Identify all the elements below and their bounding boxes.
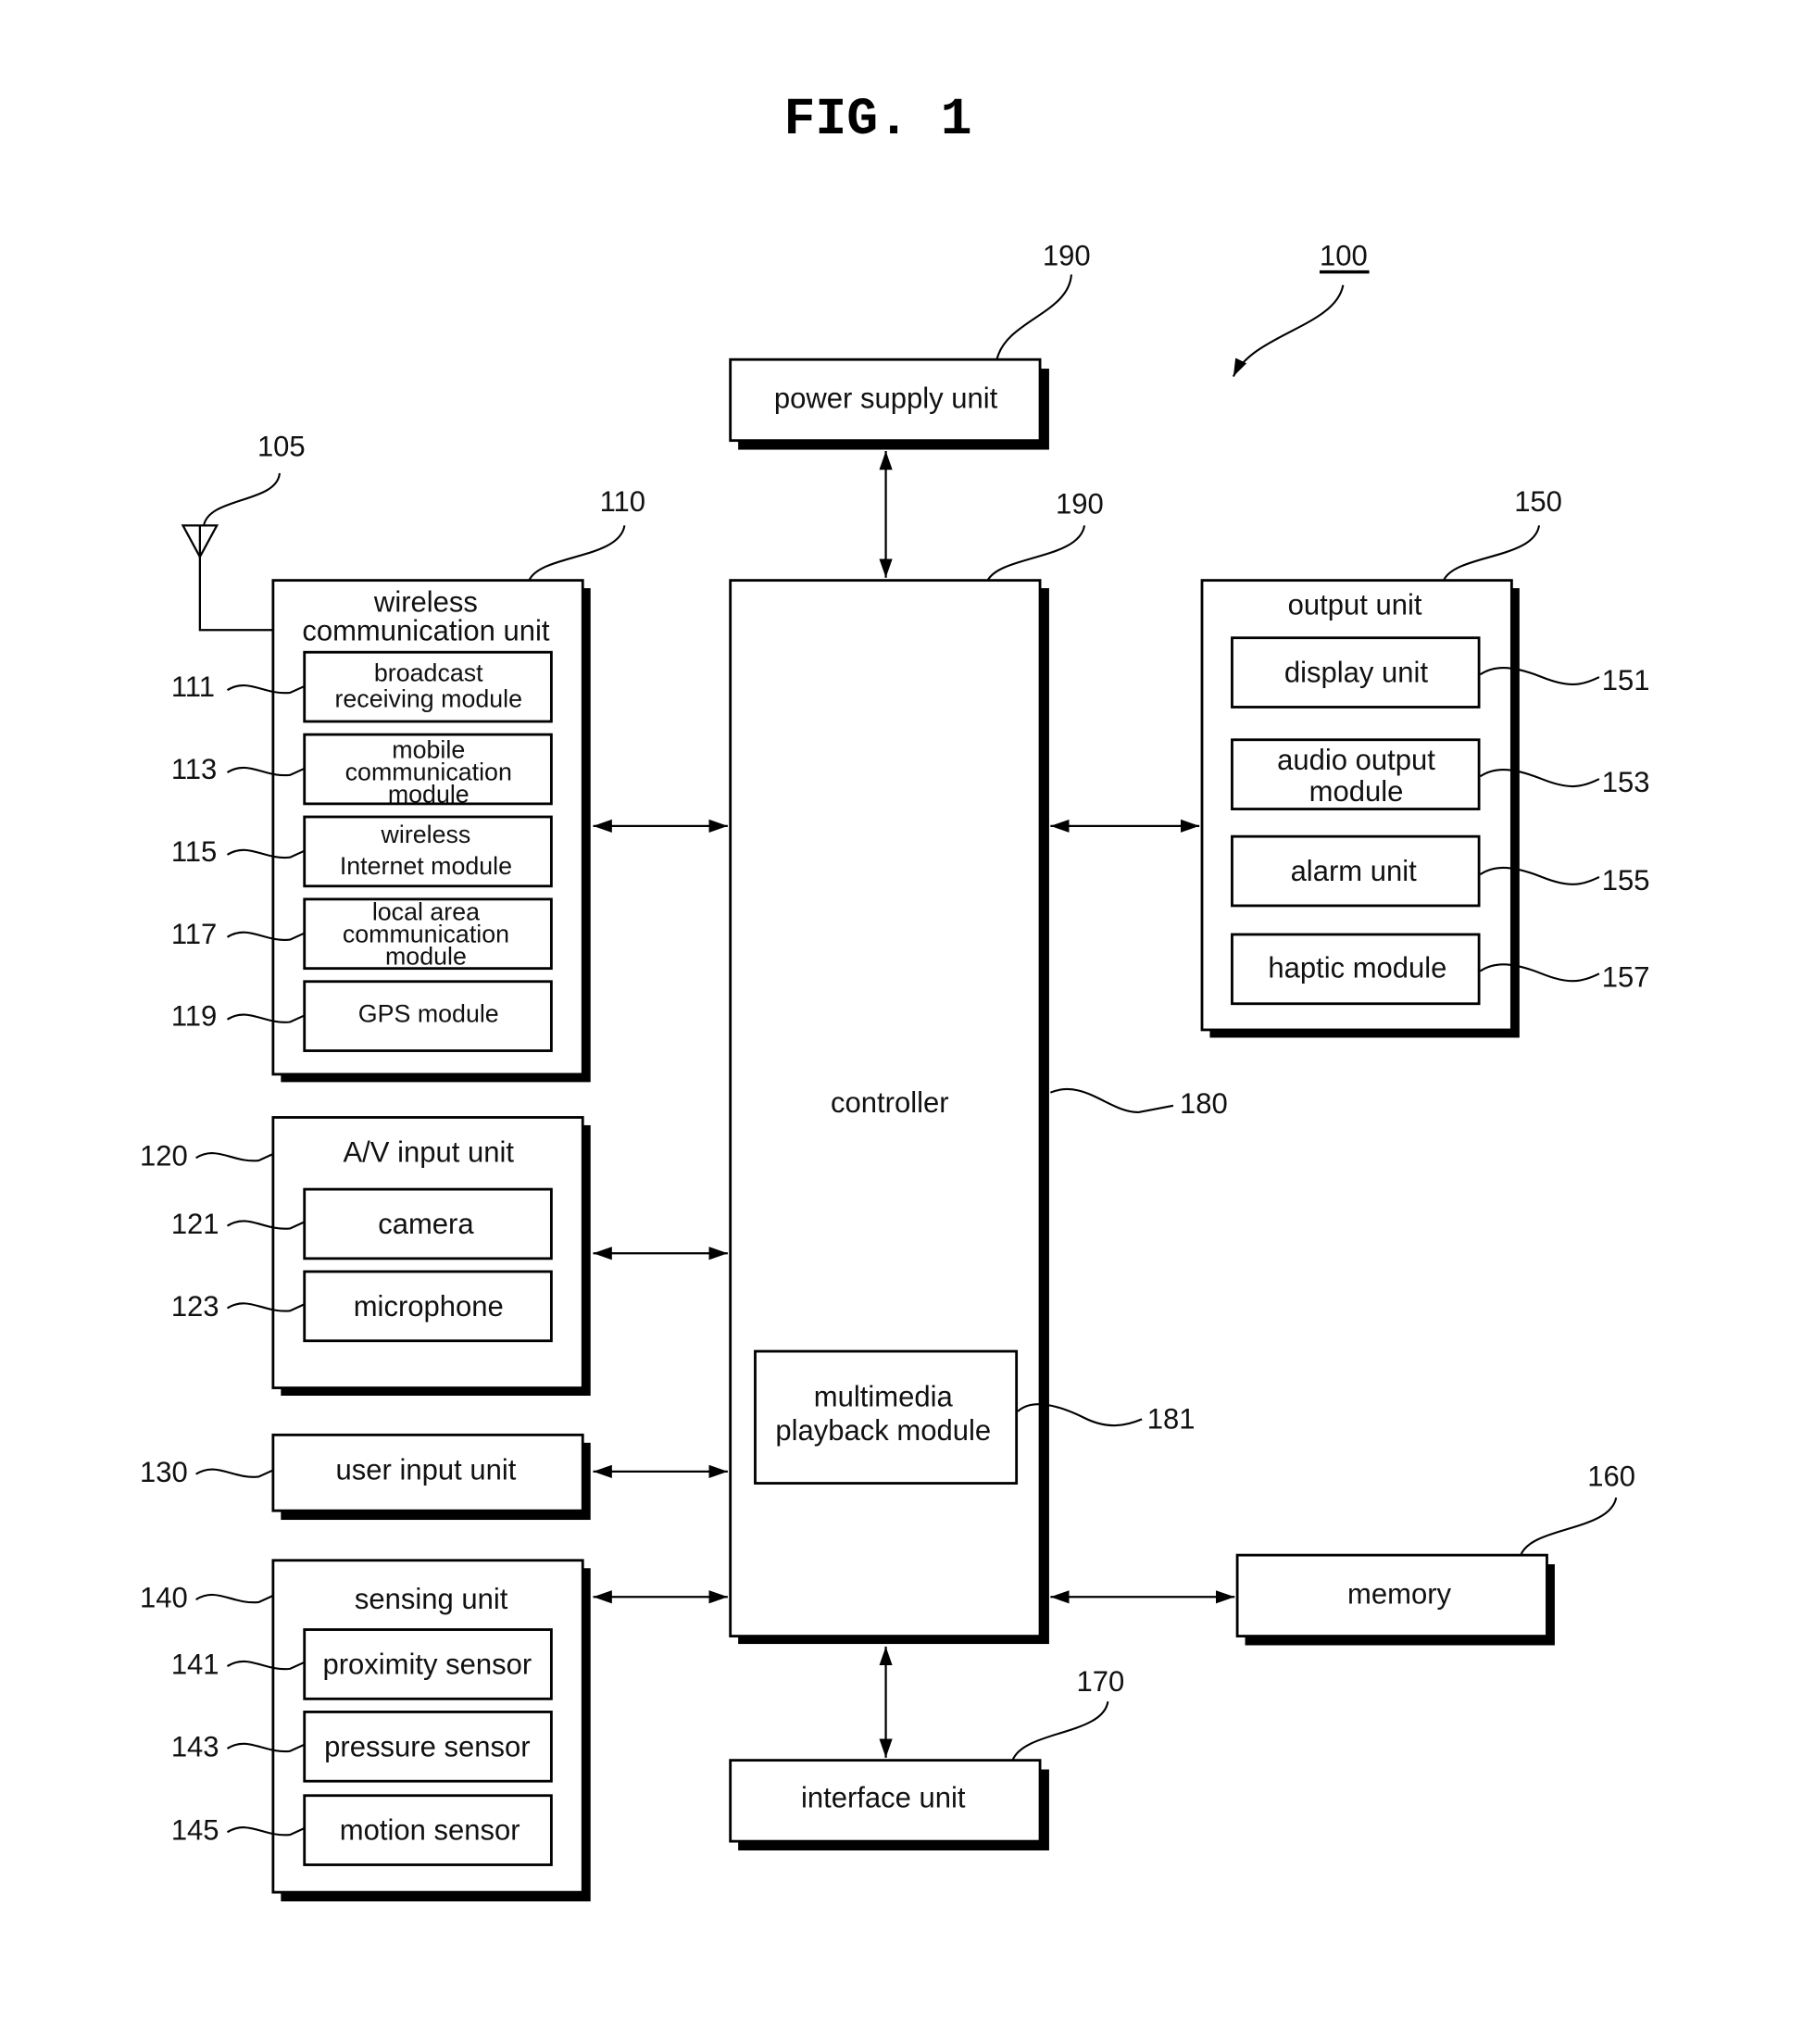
sensing-unit[interactable]: sensing unit 140 proximity sensor 141 pr… <box>140 1559 591 1902</box>
output-label: output unit <box>1288 588 1422 621</box>
module-label: broadcast <box>374 658 483 686</box>
module-motion-sensor[interactable]: motion sensor 145 <box>171 1794 553 1866</box>
controller-label: controller <box>831 1086 949 1119</box>
power-supply-unit[interactable]: power supply unit 190 <box>729 240 1091 450</box>
leader-110 <box>528 525 626 582</box>
ref-170: 170 <box>1077 1665 1125 1698</box>
module-proximity-sensor[interactable]: proximity sensor 141 <box>171 1628 553 1700</box>
interface-label: interface unit <box>801 1781 966 1813</box>
leader-140 <box>195 1594 274 1604</box>
leader-170 <box>1011 1700 1109 1762</box>
module-label: proximity sensor <box>322 1649 532 1681</box>
device-pointer-arrow <box>1232 284 1345 377</box>
user-input-label: user input unit <box>336 1453 517 1486</box>
module-local-area-communication[interactable]: local area communication module 117 <box>171 897 553 970</box>
device-reference: 100 <box>1232 240 1370 377</box>
leader-150 <box>1443 525 1541 582</box>
module-pressure-sensor[interactable]: pressure sensor 143 <box>171 1711 553 1783</box>
ref-157: 157 <box>1602 960 1650 993</box>
av-input-unit[interactable]: A/V input unit 120 camera 121 microphone… <box>140 1116 591 1397</box>
leader-180 <box>1049 1087 1174 1113</box>
leader-105 <box>203 472 281 526</box>
leader-160 <box>1520 1497 1618 1556</box>
module-wireless-internet[interactable]: wireless Internet module 115 <box>171 815 553 888</box>
memory-label: memory <box>1347 1577 1451 1610</box>
module-label: module <box>385 942 467 970</box>
module-label: alarm unit <box>1291 855 1418 887</box>
ref-120: 120 <box>140 1140 188 1172</box>
module-broadcast-receiving[interactable]: broadcast receiving module 111 <box>171 650 553 723</box>
ref-121: 121 <box>171 1208 219 1240</box>
module-label: module <box>1309 775 1404 808</box>
module-label: module <box>388 780 470 808</box>
ref-143: 143 <box>171 1730 219 1762</box>
leader-120 <box>195 1152 274 1162</box>
module-mobile-communication[interactable]: mobile communication module 113 <box>171 733 553 808</box>
ref-111: 111 <box>171 671 215 703</box>
output-unit[interactable]: output unit 150 display unit 151 audio o… <box>1200 485 1650 1038</box>
module-label: haptic module <box>1268 952 1446 984</box>
user-input-unit[interactable]: user input unit 130 <box>140 1433 591 1521</box>
module-label: pressure sensor <box>324 1730 530 1762</box>
module-camera[interactable]: camera 121 <box>171 1187 553 1260</box>
ref-160: 160 <box>1587 1460 1635 1492</box>
ref-110: 110 <box>600 485 645 518</box>
module-label: wireless <box>381 821 471 848</box>
av-input-label: A/V input unit <box>344 1135 515 1168</box>
leader-190-controller <box>986 525 1086 582</box>
ref-105: 105 <box>257 431 306 463</box>
ref-141: 141 <box>171 1649 219 1681</box>
ref-130: 130 <box>140 1456 188 1488</box>
wireless-title-line2: communication unit <box>302 615 550 647</box>
ref-123: 123 <box>171 1290 219 1323</box>
memory[interactable]: memory 160 <box>1235 1460 1635 1646</box>
module-gps[interactable]: GPS module 119 <box>171 980 553 1052</box>
module-haptic[interactable]: haptic module 157 <box>1231 933 1650 1006</box>
multimedia-playback-module[interactable]: multimedia playback module 181 <box>754 1349 1196 1485</box>
module-label: display unit <box>1284 657 1429 689</box>
sensing-label: sensing unit <box>355 1583 508 1615</box>
ref-117: 117 <box>171 918 217 950</box>
interface-unit[interactable]: interface unit 170 <box>729 1665 1125 1850</box>
module-label: microphone <box>354 1290 504 1323</box>
figure-title: FIG. 1 <box>784 90 972 149</box>
multimedia-line1: multimedia <box>814 1380 954 1412</box>
module-label: audio output <box>1277 744 1435 776</box>
ref-190-power: 190 <box>1043 240 1091 272</box>
module-audio-output[interactable]: audio output module 153 <box>1231 738 1650 810</box>
ref-140: 140 <box>140 1582 188 1614</box>
module-label: receiving module <box>334 684 522 712</box>
antenna-feed-line <box>198 557 273 632</box>
ref-180: 180 <box>1180 1087 1228 1120</box>
ref-145: 145 <box>171 1814 219 1847</box>
module-label: GPS module <box>358 1000 499 1028</box>
leader-130 <box>195 1468 274 1478</box>
module-label: camera <box>378 1208 474 1240</box>
module-label: Internet module <box>340 852 512 880</box>
wireless-communication-unit[interactable]: wireless communication unit 110 broadcas… <box>171 485 645 1083</box>
ref-151: 151 <box>1602 664 1650 696</box>
module-display-unit[interactable]: display unit 151 <box>1231 636 1650 709</box>
multimedia-line2: playback module <box>775 1414 991 1447</box>
ref-153: 153 <box>1602 766 1650 798</box>
module-alarm-unit[interactable]: alarm unit 155 <box>1231 834 1650 908</box>
leader-190-power <box>995 274 1072 360</box>
ref-181: 181 <box>1147 1402 1196 1435</box>
ref-100: 100 <box>1320 240 1368 272</box>
ref-113: 113 <box>171 753 217 785</box>
block-diagram: FIG. 1 100 power supply unit 190 control… <box>140 90 1650 1902</box>
ref-115: 115 <box>171 835 217 868</box>
ref-119: 119 <box>171 1000 217 1033</box>
wireless-title-line1: wireless <box>373 585 478 618</box>
module-microphone[interactable]: microphone 123 <box>171 1270 553 1343</box>
ref-190-controller: 190 <box>1056 488 1104 520</box>
ref-150: 150 <box>1514 485 1562 518</box>
module-label: motion sensor <box>340 1814 520 1847</box>
ref-155: 155 <box>1602 864 1650 897</box>
power-supply-label: power supply unit <box>774 382 998 414</box>
